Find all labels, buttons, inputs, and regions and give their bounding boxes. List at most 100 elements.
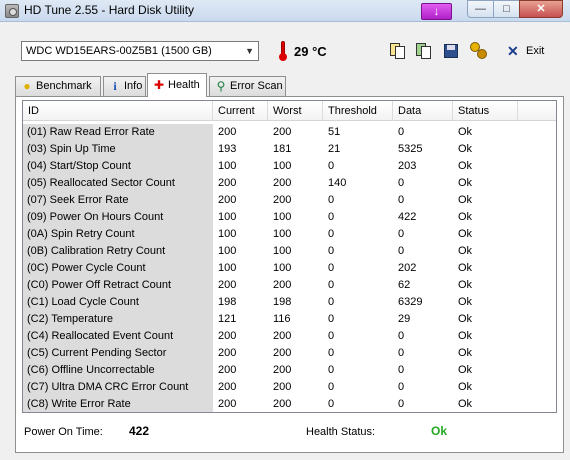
table-row[interactable]: (C0) Power Off Retract Count 200 200 0 62 Ok — [23, 277, 556, 294]
column-header-current[interactable]: Current — [213, 101, 268, 121]
cell-current: 200 — [218, 347, 237, 359]
cell-current: 100 — [218, 262, 237, 274]
health-status-label: Health Status: — [306, 426, 376, 438]
table-row[interactable]: (07) Seek Error Rate 200 200 0 0 Ok — [23, 192, 556, 209]
cell-id: (05) Reallocated Sector Count — [23, 175, 213, 192]
cell-worst: 200 — [273, 279, 292, 291]
cell-data: 0 — [398, 364, 405, 376]
table-row[interactable]: (09) Power On Hours Count 100 100 0 422 Ok — [23, 209, 556, 226]
cell-threshold: 0 — [328, 330, 335, 342]
cell-data: 422 — [398, 211, 417, 223]
cell-current: 200 — [218, 126, 237, 138]
cell-status: Ok — [458, 262, 473, 274]
table-row[interactable]: (C4) Reallocated Event Count 200 200 0 0 Ok — [23, 328, 556, 345]
table-row[interactable]: (04) Start/Stop Count 100 100 0 203 Ok — [23, 158, 556, 175]
save-button[interactable] — [441, 41, 461, 61]
cell-worst: 100 — [273, 228, 292, 240]
cell-threshold: 0 — [328, 347, 335, 359]
cell-current: 198 — [218, 296, 237, 308]
cell-threshold: 0 — [328, 398, 335, 410]
table-row[interactable]: (C2) Temperature 121 116 0 29 Ok — [23, 311, 556, 328]
table-row[interactable]: (C7) Ultra DMA CRC Error Count 200 200 0 0 Ok — [23, 379, 556, 396]
cell-id: (C6) Offline Uncorrectable — [23, 362, 213, 379]
cell-data: 0 — [398, 245, 405, 257]
cell-id: (C2) Temperature — [23, 311, 213, 328]
bulb-icon: ● — [23, 79, 31, 93]
maximize-button[interactable]: □ — [493, 0, 520, 18]
cell-threshold: 0 — [328, 364, 335, 376]
cell-current: 200 — [218, 279, 237, 291]
copy-screenshot-button[interactable] — [414, 41, 434, 61]
table-row[interactable]: (0C) Power Cycle Count 100 100 0 202 Ok — [23, 260, 556, 277]
cell-data: 0 — [398, 194, 405, 206]
cell-worst: 200 — [273, 381, 292, 393]
smart-attributes-table[interactable]: ID Current Worst Threshold Data Status (… — [22, 100, 557, 413]
cell-worst: 200 — [273, 126, 292, 138]
table-row[interactable]: (05) Reallocated Sector Count 200 200 140 0 O… — [23, 175, 556, 192]
exit-label: Exit — [526, 45, 545, 57]
cell-status: Ok — [458, 177, 473, 189]
thermometer-icon — [279, 41, 287, 61]
cell-threshold: 0 — [328, 228, 335, 240]
cell-status: Ok — [458, 313, 473, 325]
minimize-button[interactable]: — — [467, 0, 494, 18]
table-row[interactable]: (0B) Calibration Retry Count 100 100 0 0 Ok — [23, 243, 556, 260]
cell-id: (07) Seek Error Rate — [23, 192, 213, 209]
temperature-value: 29 °C — [294, 44, 327, 59]
cell-threshold: 140 — [328, 177, 347, 189]
cell-worst: 116 — [273, 313, 291, 325]
cell-worst: 100 — [273, 211, 292, 223]
table-row[interactable]: (03) Spin Up Time 193 181 21 5325 Ok — [23, 141, 556, 158]
exit-button[interactable]: ✕ Exit — [504, 41, 554, 61]
cell-id: (C5) Current Pending Sector — [23, 345, 213, 362]
table-body: (01) Raw Read Error Rate 200 200 51 0 Ok (03) … — [23, 124, 556, 412]
minimize-to-tray-button[interactable]: ↓ — [421, 3, 452, 20]
cell-data: 6329 — [398, 296, 423, 308]
power-on-time-label: Power On Time: — [24, 426, 103, 438]
table-row[interactable]: (C8) Write Error Rate 200 200 0 0 Ok — [23, 396, 556, 412]
column-header-status[interactable]: Status — [453, 101, 518, 121]
cell-status: Ok — [458, 381, 473, 393]
column-header-worst[interactable]: Worst — [268, 101, 323, 121]
column-header-threshold[interactable]: Threshold — [323, 101, 393, 121]
table-row[interactable]: (01) Raw Read Error Rate 200 200 51 0 Ok — [23, 124, 556, 141]
power-on-time-value: 422 — [129, 424, 150, 438]
red-cross-icon: ✚ — [153, 78, 165, 92]
cell-current: 200 — [218, 330, 237, 342]
table-row[interactable]: (C1) Load Cycle Count 198 198 0 6329 Ok — [23, 294, 556, 311]
title-bar[interactable]: HD Tune 2.55 - Hard Disk Utility ↓ — □ ✕ — [0, 0, 570, 22]
cell-id: (0C) Power Cycle Count — [23, 260, 213, 277]
cell-data: 29 — [398, 313, 411, 325]
cell-data: 203 — [398, 160, 417, 172]
cell-current: 100 — [218, 211, 237, 223]
cell-current: 200 — [218, 381, 237, 393]
cell-status: Ok — [458, 211, 473, 223]
table-row[interactable]: (C5) Current Pending Sector 200 200 0 0 Ok — [23, 345, 556, 362]
cell-threshold: 0 — [328, 245, 335, 257]
copy-text-button[interactable] — [388, 41, 408, 61]
cell-data: 202 — [398, 262, 417, 274]
cell-status: Ok — [458, 245, 473, 257]
column-header-data[interactable]: Data — [393, 101, 453, 121]
drive-select-value: WDC WD15EARS-00Z5B1 (1500 GB) — [26, 45, 212, 57]
cell-data: 0 — [398, 126, 405, 138]
cell-threshold: 0 — [328, 194, 335, 206]
tab-error-scan[interactable]: ⚲ Error Scan — [209, 76, 286, 96]
cell-current: 200 — [218, 194, 237, 206]
table-row[interactable]: (0A) Spin Retry Count 100 100 0 0 Ok — [23, 226, 556, 243]
cell-current: 100 — [218, 228, 237, 240]
cell-id: (0A) Spin Retry Count — [23, 226, 213, 243]
tab-benchmark[interactable]: ● Benchmark — [15, 76, 101, 96]
tab-health[interactable]: ✚ Health — [147, 73, 207, 97]
drive-select[interactable]: WDC WD15EARS-00Z5B1 (1500 GB) ▼ — [21, 41, 259, 61]
options-button[interactable] — [469, 41, 489, 61]
close-button[interactable]: ✕ — [519, 0, 563, 18]
cell-data: 0 — [398, 330, 405, 342]
magnifier-icon: ⚲ — [216, 79, 226, 93]
cell-id: (0B) Calibration Retry Count — [23, 243, 213, 260]
table-row[interactable]: (C6) Offline Uncorrectable 200 200 0 0 Ok — [23, 362, 556, 379]
column-header-id[interactable]: ID — [23, 101, 213, 121]
cell-id: (C8) Write Error Rate — [23, 396, 213, 412]
exit-icon: ✕ — [507, 43, 519, 59]
tab-info[interactable]: i Info — [103, 76, 146, 96]
